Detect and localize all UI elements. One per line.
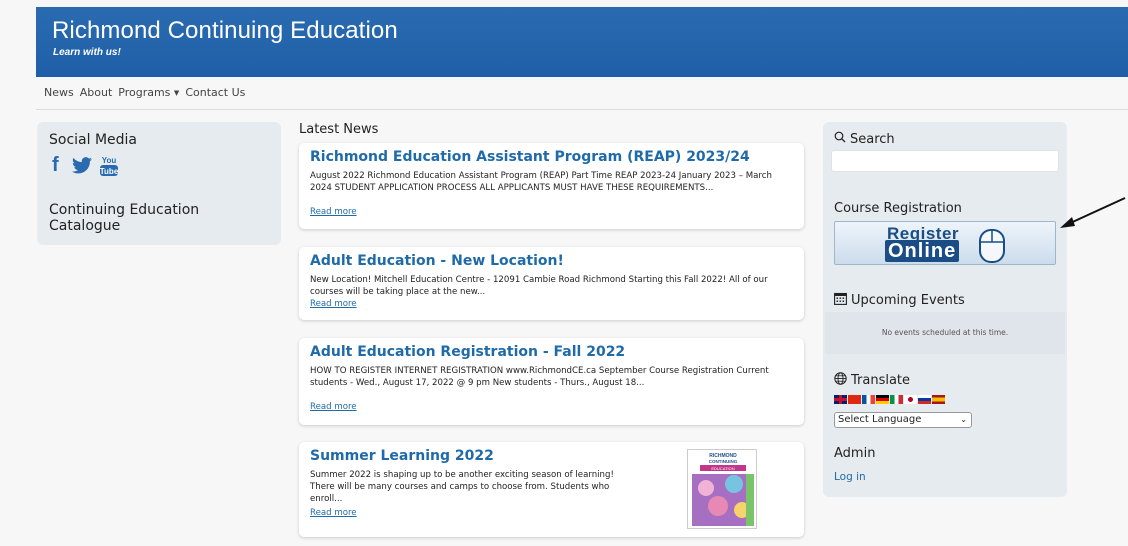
social-media-heading: Social Media [49,132,138,148]
news-excerpt: Summer 2022 is shaping up to be another … [310,470,614,504]
upcoming-events-heading: Upcoming Events [834,292,965,309]
upcoming-events-label: Upcoming Events [851,293,965,308]
latest-news-heading: Latest News [299,122,379,137]
course-registration-heading: Course Registration [834,201,962,216]
login-link[interactable]: Log in [834,471,866,483]
main-nav: News About Programs ▼ Contact Us [44,86,245,99]
translate-heading: Translate [834,372,910,389]
nav-item-programs-label: Programs [118,86,171,99]
youtube-icon-text-top: You [102,156,117,165]
events-empty-message: No events scheduled at this time. [881,328,1009,337]
site-tagline: Learn with us! [53,47,121,58]
left-sidebar-card: Social Media f You Tube Continuing Educa… [37,122,281,245]
news-title[interactable]: Summer Learning 2022 [310,448,494,464]
globe-icon [834,372,847,389]
news-card: Summer Learning 2022 Summer 2022 is shap… [299,442,804,537]
site-header: Richmond Continuing Education Learn with… [36,7,1128,77]
news-title[interactable]: Adult Education - New Location! [310,253,564,269]
search-heading: Search [834,131,895,147]
flag-russia[interactable] [918,395,931,404]
nav-item-news[interactable]: News [44,86,74,99]
nav-divider [36,109,1128,110]
social-icons: f You Tube [52,154,118,177]
nav-item-programs[interactable]: Programs ▼ [118,86,179,99]
news-excerpt: New Location! Mitchell Education Centre … [310,275,768,297]
flag-china[interactable] [848,395,861,404]
thumbnail-line-3: EDUCATION [711,466,734,471]
youtube-icon[interactable]: You Tube [100,155,118,177]
computer-mouse-icon [979,229,1005,263]
register-online-line-2: Online [885,240,960,262]
site-title[interactable]: Richmond Continuing Education [52,17,398,45]
twitter-icon[interactable] [72,157,92,174]
flag-spain[interactable] [932,395,945,404]
calendar-icon [834,292,847,309]
translate-label: Translate [851,373,911,388]
search-input[interactable] [831,150,1059,172]
facebook-icon[interactable]: f [52,154,64,177]
news-card: Adult Education - New Location! New Loca… [299,247,804,320]
news-excerpt: August 2022 Richmond Education Assistant… [310,171,772,193]
search-heading-label: Search [850,131,895,147]
catalogue-heading[interactable]: Continuing Education Catalogue [49,202,249,234]
right-sidebar-card: Search Course Registration Register Onli… [823,122,1067,497]
news-card: Richmond Education Assistant Program (RE… [299,143,804,229]
admin-heading: Admin [834,446,876,461]
flag-italy[interactable] [890,395,903,404]
register-online-button[interactable]: Register Online [834,221,1056,265]
nav-item-about[interactable]: About [80,86,113,99]
thumbnail-line-2: CONTINUING [709,459,738,464]
read-more-link[interactable]: Read more [310,299,357,309]
events-list: No events scheduled at this time. [825,312,1065,354]
search-icon [834,131,846,147]
annotation-arrow-icon [1060,197,1126,228]
read-more-link[interactable]: Read more [310,402,357,412]
flag-france[interactable] [862,395,875,404]
language-select-value: Select Language [838,414,922,425]
news-card: Adult Education Registration - Fall 2022… [299,338,804,425]
news-title[interactable]: Adult Education Registration - Fall 2022 [310,344,625,360]
language-select[interactable]: Select Language ⌄ [834,412,972,428]
news-excerpt: HOW TO REGISTER INTERNET REGISTRATION ww… [310,366,769,388]
read-more-link[interactable]: Read more [310,207,357,217]
flag-germany[interactable] [876,395,889,404]
news-title[interactable]: Richmond Education Assistant Program (RE… [310,149,750,165]
language-flags [834,395,945,404]
summer-catalogue-thumbnail[interactable]: RICHMOND CONTINUING EDUCATION [687,449,757,529]
caret-down-icon: ▼ [173,89,180,97]
flag-uk[interactable] [834,395,847,404]
chevron-down-icon: ⌄ [960,415,967,424]
nav-item-contact[interactable]: Contact Us [185,86,245,99]
flag-japan[interactable] [904,395,917,404]
youtube-icon-text-bottom: Tube [100,167,118,176]
read-more-link[interactable]: Read more [310,508,357,518]
